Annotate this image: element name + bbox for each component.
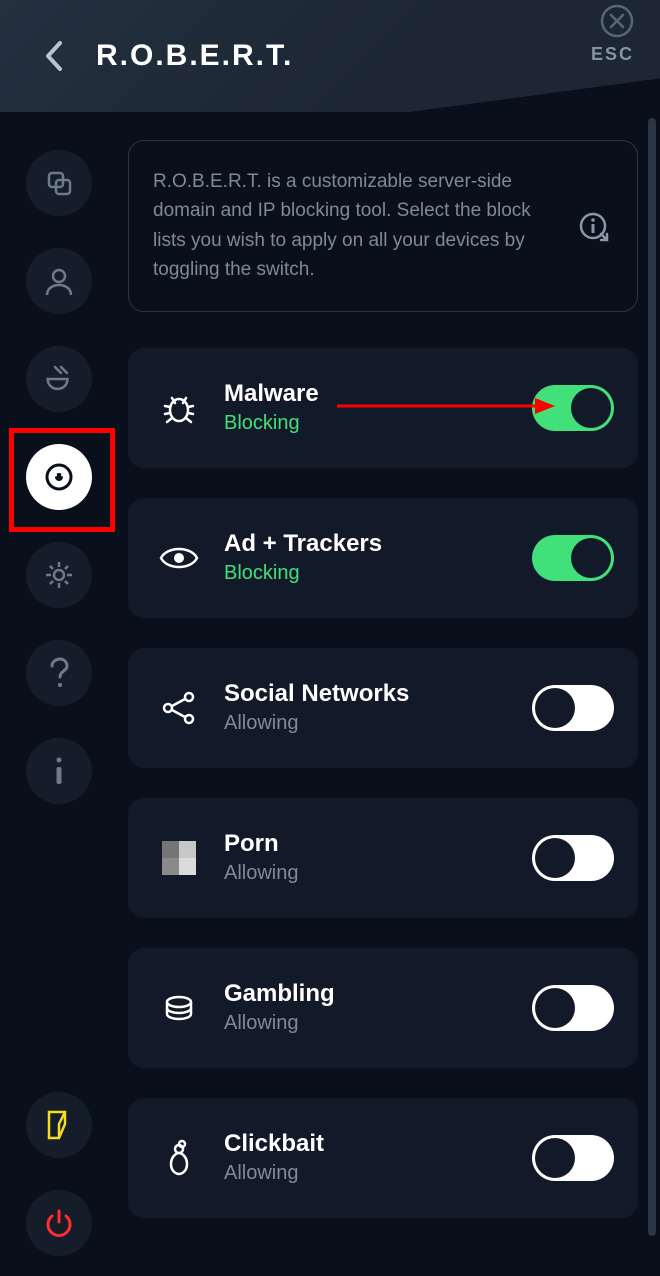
toggle-malware[interactable]	[532, 385, 614, 431]
bug-icon	[154, 383, 204, 433]
close-icon	[600, 4, 634, 38]
sidebar-item-robert[interactable]	[26, 444, 92, 510]
toggle-porn[interactable]	[532, 835, 614, 881]
sidebar	[0, 140, 118, 1276]
info-card: R.O.B.E.R.T. is a customizable server-si…	[128, 140, 638, 312]
sidebar-item-settings[interactable]	[26, 542, 92, 608]
scrollbar[interactable]	[648, 118, 656, 1236]
network-icon	[154, 683, 204, 733]
split-icon	[44, 168, 74, 198]
sidebar-item-plug[interactable]	[26, 346, 92, 412]
robert-icon	[42, 460, 76, 494]
page-title: R.O.B.E.R.T.	[96, 39, 293, 73]
user-icon	[43, 265, 75, 297]
item-title: Malware	[224, 380, 532, 408]
item-status: Allowing	[224, 862, 532, 885]
block-item-gambling: Gambling Allowing	[128, 948, 638, 1068]
block-item-malware: Malware Blocking	[128, 348, 638, 468]
content: R.O.B.E.R.T. is a customizable server-si…	[118, 140, 644, 1256]
item-status: Blocking	[224, 562, 532, 585]
block-item-porn: Porn Allowing	[128, 798, 638, 918]
block-item-clickbait: Clickbait Allowing	[128, 1098, 638, 1218]
close-button[interactable]	[592, 0, 642, 46]
item-status: Blocking	[224, 412, 532, 435]
logout-icon	[45, 1110, 73, 1140]
gear-icon	[43, 559, 75, 591]
toggle-clickbait[interactable]	[532, 1135, 614, 1181]
sidebar-item-account[interactable]	[26, 248, 92, 314]
item-title: Social Networks	[224, 680, 532, 708]
item-title: Clickbait	[224, 1130, 532, 1158]
item-title: Gambling	[224, 980, 532, 1008]
item-status: Allowing	[224, 712, 532, 735]
plug-icon	[43, 363, 75, 395]
sidebar-item-info[interactable]	[26, 738, 92, 804]
chevron-left-icon	[42, 39, 64, 73]
help-icon	[48, 657, 70, 689]
eye-icon	[154, 533, 204, 583]
sidebar-item-split[interactable]	[26, 150, 92, 216]
block-item-social: Social Networks Allowing	[128, 648, 638, 768]
toggle-adtrackers[interactable]	[532, 535, 614, 581]
pixel-icon	[154, 833, 204, 883]
item-status: Allowing	[224, 1162, 532, 1185]
back-button[interactable]	[28, 31, 78, 81]
item-title: Ad + Trackers	[224, 530, 532, 558]
toggle-gambling[interactable]	[532, 985, 614, 1031]
item-status: Allowing	[224, 1012, 532, 1035]
bait-icon	[154, 1133, 204, 1183]
sidebar-item-logout[interactable]	[26, 1092, 92, 1158]
power-icon	[44, 1208, 74, 1238]
sidebar-item-power[interactable]	[26, 1190, 92, 1256]
header: R.O.B.E.R.T. ESC	[0, 0, 660, 112]
esc-label: ESC	[591, 44, 634, 65]
chips-icon	[154, 983, 204, 1033]
sidebar-item-help[interactable]	[26, 640, 92, 706]
info-text: R.O.B.E.R.T. is a customizable server-si…	[153, 167, 557, 285]
item-title: Porn	[224, 830, 532, 858]
toggle-social[interactable]	[532, 685, 614, 731]
info-icon	[53, 756, 65, 786]
info-sync-icon	[577, 210, 609, 242]
block-item-adtrackers: Ad + Trackers Blocking	[128, 498, 638, 618]
info-sync-button[interactable]	[573, 206, 613, 246]
